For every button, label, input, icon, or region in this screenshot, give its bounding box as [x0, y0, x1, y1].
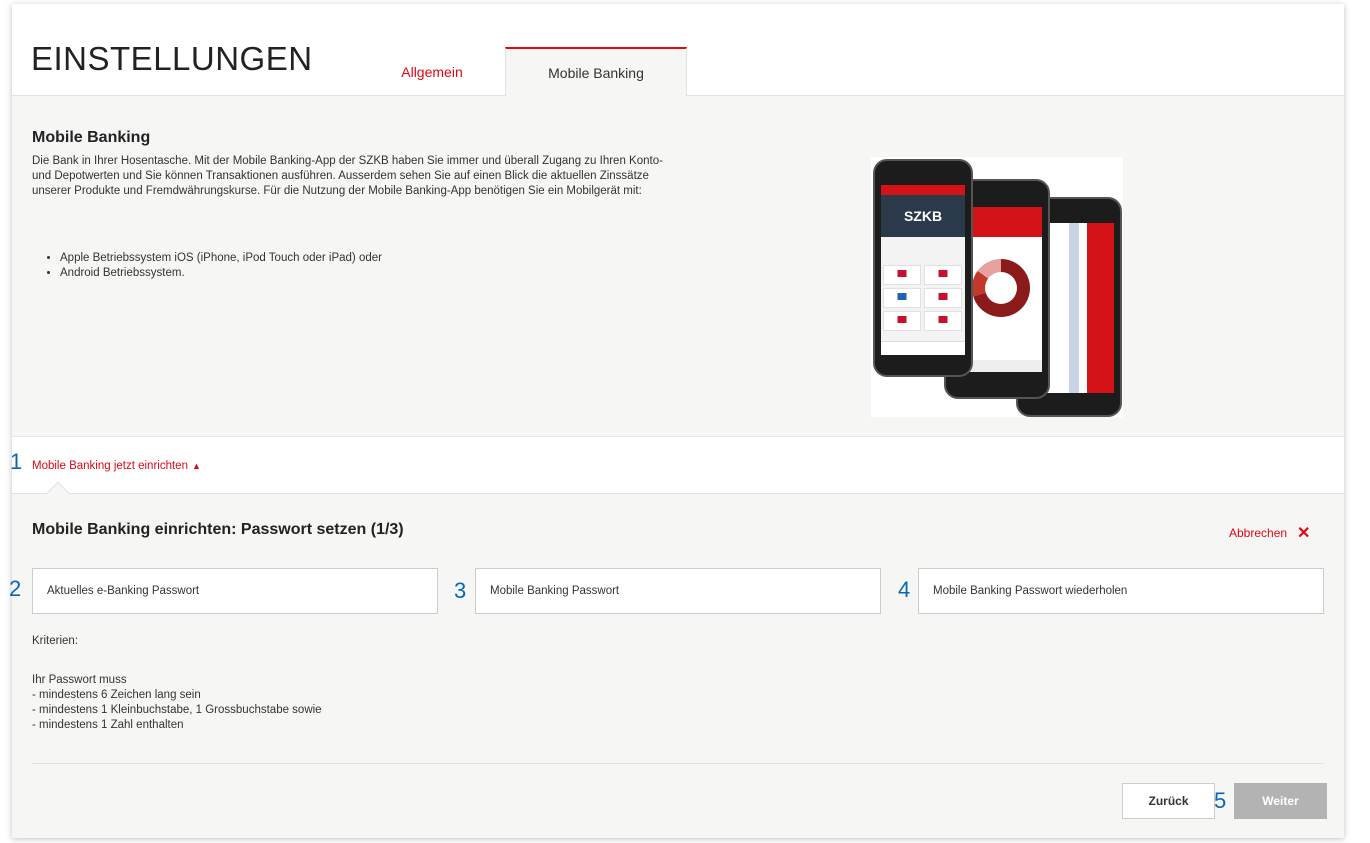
- password-criteria: Ihr Passwort muss - mindestens 6 Zeichen…: [32, 673, 322, 733]
- marker-2: 2: [9, 576, 22, 601]
- marker-3: 3: [454, 578, 467, 603]
- szkb-banner: SZKB: [881, 195, 965, 237]
- criteria-line: - mindestens 1 Zahl enthalten: [32, 719, 184, 731]
- list-item: Apple Betriebssystem iOS (iPhone, iPod T…: [60, 251, 382, 266]
- marker-1: 1: [10, 449, 23, 474]
- setup-mobile-banking-toggle[interactable]: Mobile Banking jetzt einrichten ▲: [32, 460, 201, 472]
- back-button[interactable]: Zurück: [1122, 783, 1215, 819]
- settings-page: EINSTELLUNGEN Allgemein Mobile Banking M…: [12, 4, 1344, 838]
- form-title: Mobile Banking einrichten: Passwort setz…: [32, 521, 404, 538]
- criteria-line: - mindestens 1 Kleinbuchstabe, 1 Grossbu…: [32, 704, 322, 716]
- page-title: EINSTELLUNGEN: [31, 40, 313, 77]
- criteria-line: Ihr Passwort muss: [32, 674, 127, 686]
- tab-allgemein[interactable]: Allgemein: [367, 47, 497, 97]
- password-setup-form: Mobile Banking einrichten: Passwort setz…: [12, 481, 1344, 838]
- criteria-heading: Kriterien:: [32, 635, 79, 647]
- info-description: Die Bank in Ihrer Hosentasche. Mit der M…: [32, 155, 663, 197]
- list-item: Android Betriebssystem.: [60, 266, 382, 281]
- page-header: EINSTELLUNGEN Allgemein Mobile Banking: [12, 4, 1344, 97]
- phone-front: SZKB: [873, 159, 973, 377]
- marker-4: 4: [898, 577, 911, 602]
- current-ebanking-password-field[interactable]: [32, 568, 438, 614]
- mobile-app-screenshot: SZKB: [871, 157, 1123, 417]
- divider: [32, 763, 1324, 764]
- close-icon: ✕: [1297, 525, 1311, 542]
- expander-label: Mobile Banking jetzt einrichten: [32, 460, 188, 472]
- cancel-label: Abbrechen: [1229, 526, 1288, 540]
- criteria-line: - mindestens 6 Zeichen lang sein: [32, 689, 201, 701]
- os-requirements-list: Apple Betriebssystem iOS (iPhone, iPod T…: [60, 251, 382, 281]
- info-title: Mobile Banking: [32, 129, 151, 146]
- marker-5: 5: [1214, 788, 1227, 813]
- mobile-banking-info-section: Mobile Banking Die Bank in Ihrer Hosenta…: [12, 96, 1344, 437]
- panel-pointer: [46, 481, 70, 505]
- tab-mobile-banking[interactable]: Mobile Banking: [505, 47, 687, 97]
- next-button[interactable]: Weiter: [1234, 783, 1327, 819]
- mobile-banking-password-field[interactable]: [475, 568, 881, 614]
- chevron-up-icon: ▲: [191, 461, 201, 471]
- cancel-button[interactable]: Abbrechen ✕: [1229, 523, 1310, 543]
- repeat-mobile-banking-password-field[interactable]: [918, 568, 1324, 614]
